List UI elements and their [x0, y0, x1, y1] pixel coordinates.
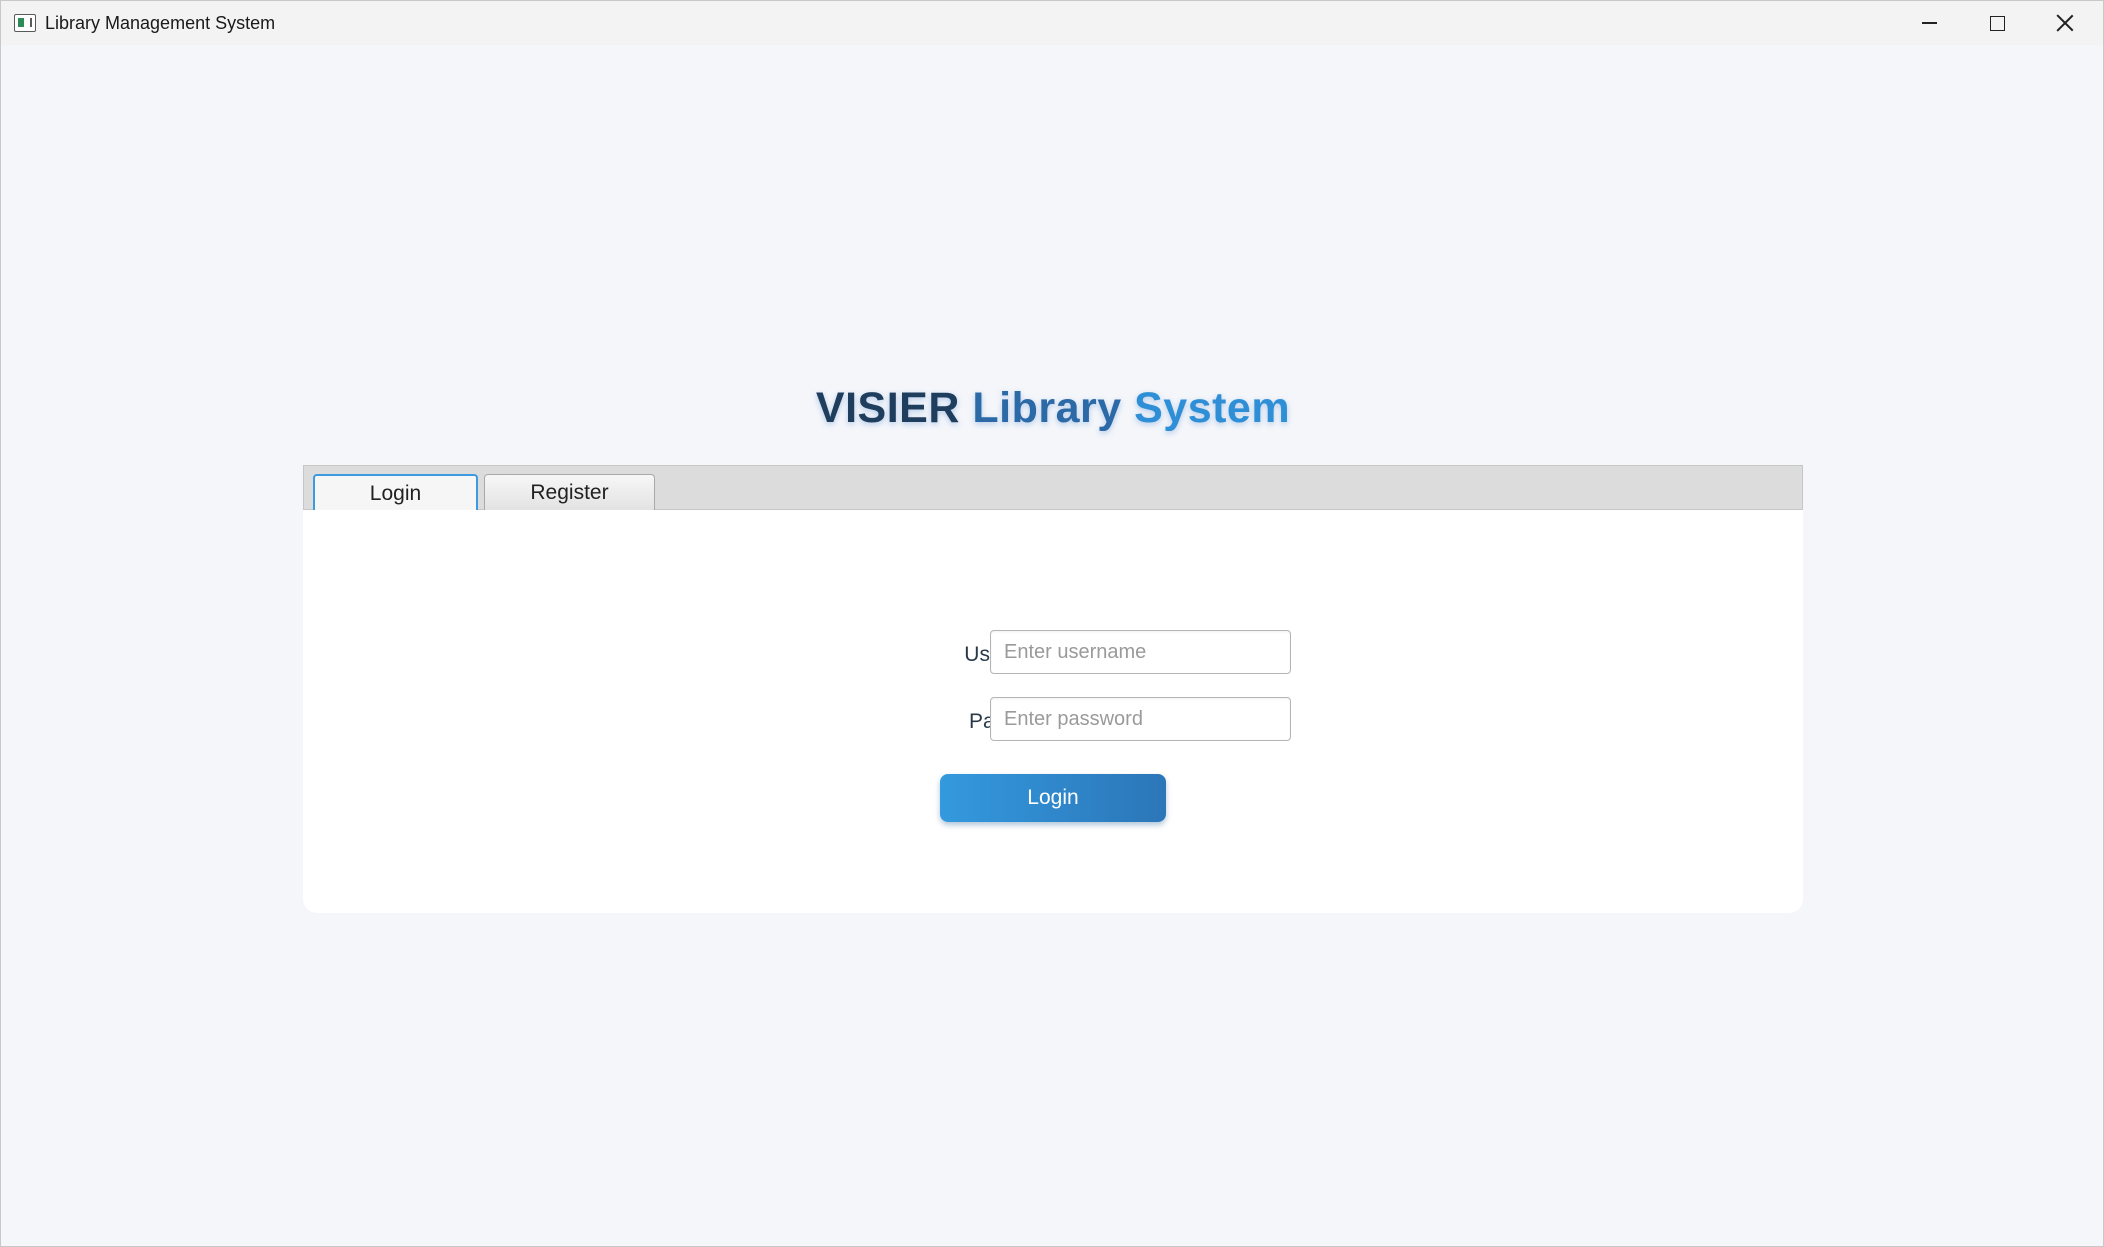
- login-button[interactable]: Login: [940, 774, 1166, 822]
- minimize-icon: [1921, 22, 1937, 24]
- title-bar[interactable]: Library Management System: [1, 1, 2103, 45]
- password-input[interactable]: [990, 697, 1291, 741]
- maximize-icon: [1989, 15, 2005, 31]
- app-window: Library Management System VISIER Library…: [0, 0, 2104, 1247]
- tab-login[interactable]: Login: [313, 474, 478, 511]
- close-icon: [2056, 14, 2074, 32]
- title-word-system: System: [1134, 384, 1291, 432]
- tab-register[interactable]: Register: [484, 474, 655, 511]
- login-form: Username: Password: Login: [303, 510, 1803, 913]
- username-input[interactable]: [990, 630, 1291, 674]
- maximize-button[interactable]: [1963, 1, 2031, 45]
- page-title: VISIER Library System: [1, 384, 2104, 433]
- app-icon: [14, 14, 36, 32]
- auth-tab-pane: Login Register Username: Password: Login: [303, 465, 1803, 913]
- tab-header: Login Register: [303, 465, 1803, 511]
- title-word-visier: VISIER: [815, 384, 960, 432]
- minimize-button[interactable]: [1895, 1, 1963, 45]
- close-button[interactable]: [2031, 1, 2099, 45]
- title-word-library: Library: [972, 384, 1122, 432]
- window-title: Library Management System: [45, 13, 276, 33]
